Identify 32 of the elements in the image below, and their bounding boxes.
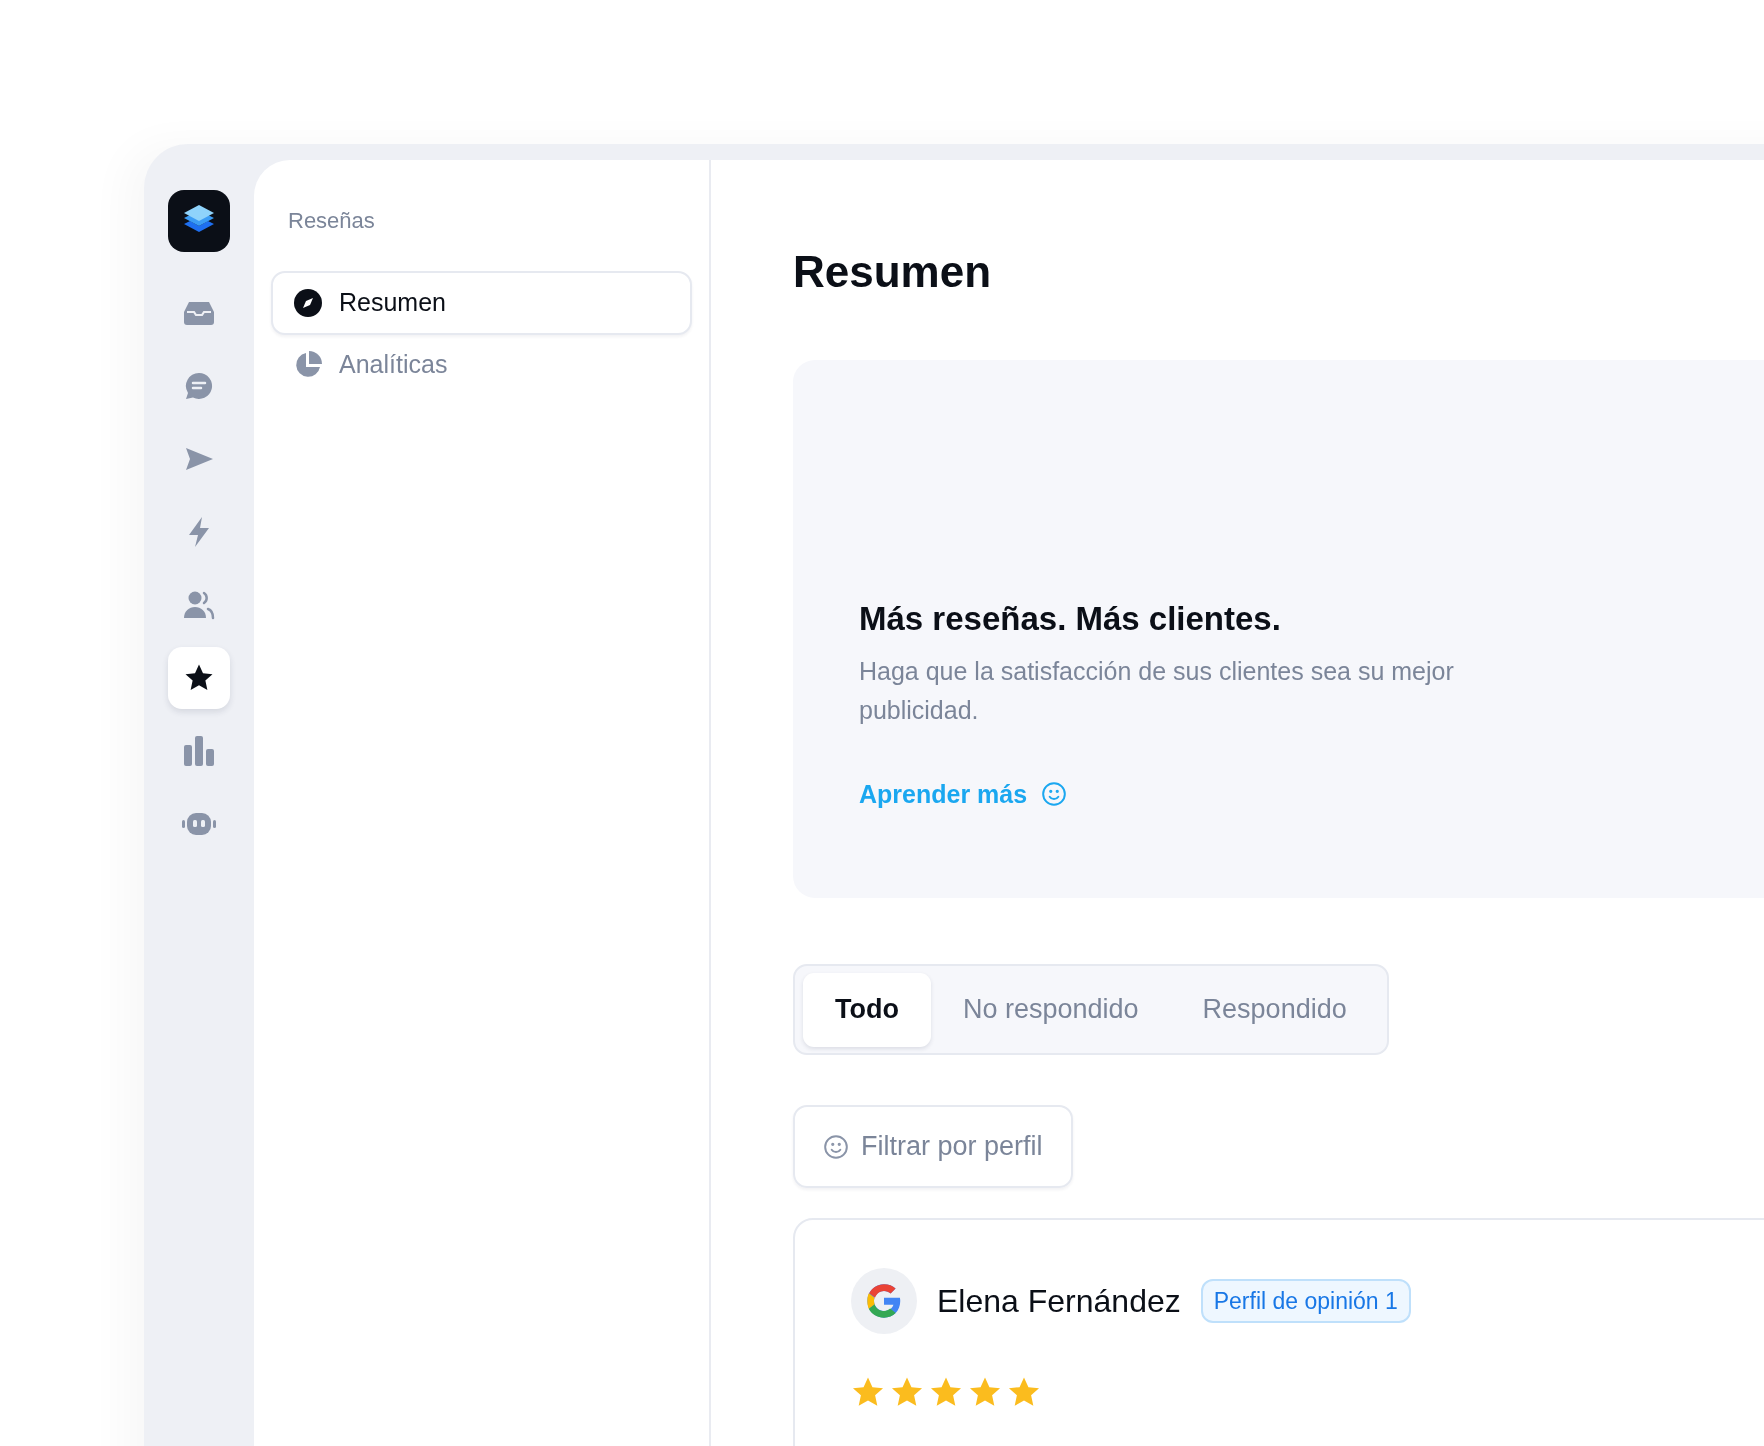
robot-icon xyxy=(181,811,217,836)
star-icon xyxy=(929,1376,963,1408)
filter-profile-button[interactable]: Filtrar por perfil xyxy=(793,1105,1073,1188)
star-icon xyxy=(968,1376,1002,1408)
lightning-icon xyxy=(187,515,211,548)
bar-chart-icon xyxy=(183,734,215,767)
inbox-icon xyxy=(183,299,215,326)
learn-more-link[interactable]: Aprender más xyxy=(859,775,1068,813)
star-icon xyxy=(184,663,214,692)
filter-tab[interactable]: Todo xyxy=(803,972,931,1047)
app-logo[interactable] xyxy=(168,190,230,252)
smiley-icon xyxy=(1041,781,1068,808)
compass-icon xyxy=(293,288,323,318)
users-icon xyxy=(183,589,215,620)
smiley-icon xyxy=(823,1133,849,1160)
profile-tag: Perfil de opinión 1 xyxy=(1200,1279,1411,1323)
section-title: Reseñas xyxy=(288,207,376,235)
reviewer-name: Elena Fernández xyxy=(937,1282,1181,1321)
nav-rail-button[interactable] xyxy=(168,646,230,709)
chat-bubble-icon xyxy=(184,370,214,401)
star-icon xyxy=(1007,1376,1041,1408)
filter-tab[interactable]: No respondido xyxy=(930,972,1171,1047)
send-icon xyxy=(184,445,214,472)
sidebar-item[interactable]: Analíticas xyxy=(271,333,692,397)
hero-text: Haga que la satisfacción de sus clientes sea su mejor publicidad. xyxy=(859,655,1455,726)
star-icon xyxy=(851,1376,885,1408)
filter-tab[interactable]: Respondido xyxy=(1170,972,1379,1047)
star-icon xyxy=(890,1376,924,1408)
page-title: Resumen xyxy=(793,250,993,294)
sidebar-item[interactable]: Resumen xyxy=(271,271,692,335)
pie-chart-icon xyxy=(293,350,323,380)
hero-headline: Más reseñas. Más clientes. xyxy=(859,599,1282,639)
